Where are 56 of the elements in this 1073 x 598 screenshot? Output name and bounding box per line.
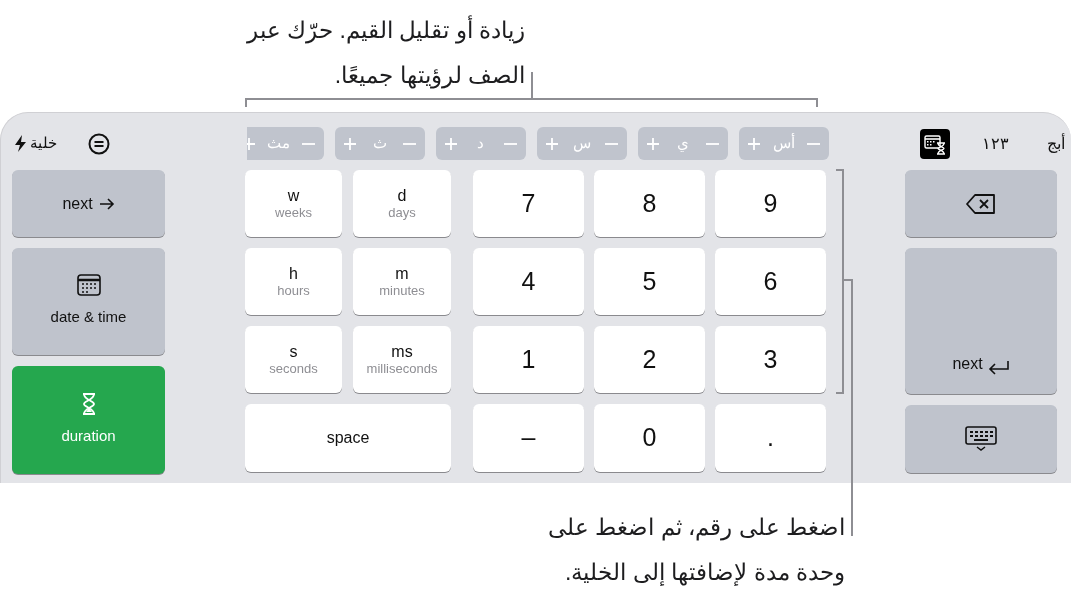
mode-tab[interactable]: أبج [1041, 128, 1071, 159]
next-button[interactable]: next [12, 170, 165, 237]
digit-key[interactable]: 5 [594, 248, 705, 315]
digit-key[interactable]: 4 [473, 248, 584, 315]
mode-tab[interactable]: ١٢٣ [976, 128, 1015, 159]
minus-icon[interactable] [302, 142, 315, 145]
unit-key[interactable]: ms milliseconds [353, 326, 451, 393]
minus-icon[interactable] [504, 142, 517, 145]
minus-icon[interactable] [605, 142, 618, 145]
date-time-key[interactable]: date & time [12, 248, 165, 355]
plus-icon[interactable] [445, 137, 457, 150]
plus-icon[interactable] [647, 137, 659, 150]
stepper-label: س [572, 133, 591, 154]
unit-key[interactable]: w weeks [245, 170, 342, 237]
digit-key[interactable]: 6 [715, 248, 826, 315]
digit-key[interactable]: 2 [594, 326, 705, 393]
callout-text: اضغط على رقم، ثم اضغط على وحدة مدة لإضافتها إلى الخلية. [547, 513, 845, 588]
keyboard-hide-icon [964, 426, 998, 452]
equals-circle-icon[interactable] [88, 132, 110, 155]
calendar-icon [76, 274, 101, 297]
stepper-label: ث [372, 133, 387, 154]
next-return-key[interactable]: next [905, 248, 1057, 394]
minus-icon[interactable] [807, 142, 820, 145]
plus-icon[interactable] [546, 137, 558, 150]
digit-key[interactable]: 1 [473, 326, 584, 393]
plus-icon[interactable] [344, 137, 356, 150]
unit-key[interactable]: d days [353, 170, 451, 237]
space-key[interactable]: space [245, 404, 451, 472]
unit-key[interactable]: h hours [245, 248, 342, 315]
minus-icon[interactable] [403, 142, 416, 145]
duration-mode-icon[interactable] [920, 128, 950, 159]
stepper-label: أس [772, 132, 795, 154]
unit-key[interactable]: s seconds [245, 326, 342, 393]
digit-key[interactable]: . [715, 404, 826, 472]
digit-key[interactable]: – [473, 404, 584, 472]
callout-text: زيادة أو تقليل القيم. حرّك عبر الصف لرؤيتها جميعًا. [245, 14, 525, 91]
delete-icon [966, 193, 996, 214]
digit-key[interactable]: 0 [594, 404, 705, 472]
digit-key[interactable]: 3 [715, 326, 826, 393]
digit-key[interactable]: 7 [473, 170, 584, 237]
hourglass-icon [81, 392, 96, 415]
plus-icon[interactable] [247, 137, 255, 150]
hide-keyboard-key[interactable] [905, 405, 1057, 473]
stepper-label: د [477, 133, 484, 154]
stepper-label: ي [676, 133, 689, 154]
stepper-label: مث [267, 133, 290, 154]
return-icon [987, 360, 1010, 376]
minus-icon[interactable] [706, 142, 719, 145]
digit-key[interactable]: 8 [594, 170, 705, 237]
arrow-right-icon [98, 196, 115, 211]
bolt-icon [15, 135, 27, 152]
plus-icon[interactable] [748, 137, 760, 150]
unit-key[interactable]: m minutes [353, 248, 451, 315]
delete-key[interactable] [905, 170, 1057, 237]
digit-key[interactable]: 9 [715, 170, 826, 237]
cell-button[interactable]: خلية [15, 132, 57, 155]
